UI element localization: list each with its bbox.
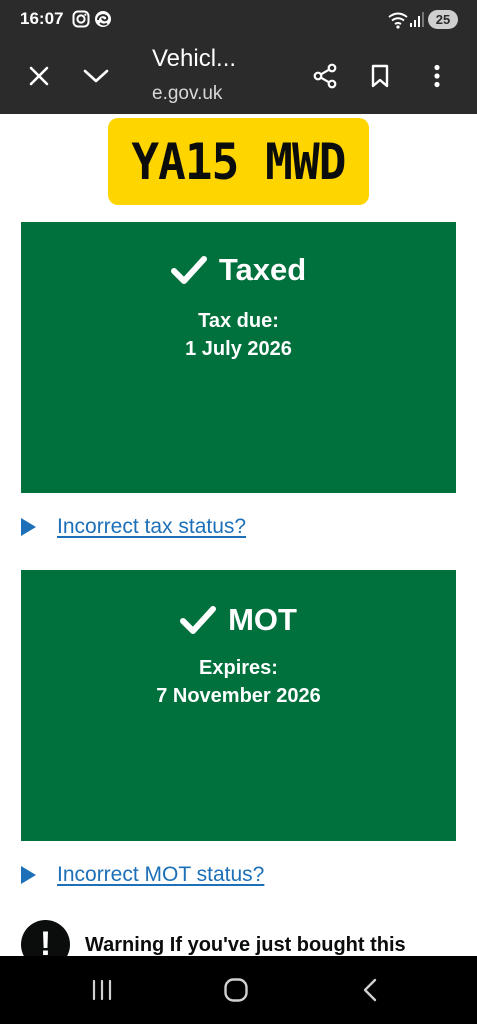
browser-toolbar: Vehicl... e.gov.uk [0, 40, 477, 114]
tick-icon [180, 605, 217, 635]
incorrect-tax-status-summary[interactable]: Incorrect tax status? [57, 515, 246, 539]
tick-icon [170, 255, 207, 285]
tax-due-label: Tax due: [198, 310, 279, 332]
more-vert-icon[interactable] [419, 58, 455, 94]
warning-icon: ! [21, 920, 70, 956]
tax-due-date: 1 July 2026 [185, 338, 292, 360]
signal-icon [410, 11, 424, 33]
mot-status-panel: MOT Expires: 7 November 2026 [21, 570, 456, 841]
disclosure-triangle-icon [21, 866, 36, 884]
recent-apps-icon[interactable] [82, 974, 122, 1006]
incorrect-mot-status-summary[interactable]: Incorrect MOT status? [57, 863, 264, 887]
mot-status-heading: MOT [21, 602, 456, 638]
instagram-icon [72, 10, 90, 33]
page-title: Vehicl... [152, 45, 237, 72]
mot-status-text: MOT [228, 602, 297, 637]
wifi-icon [387, 11, 409, 34]
tax-status-panel: Taxed Tax due: 1 July 2026 [21, 222, 456, 493]
incorrect-mot-status-link[interactable]: Incorrect MOT status? [21, 863, 264, 887]
close-icon[interactable] [21, 58, 57, 94]
page-url: e.gov.uk [152, 83, 223, 104]
tax-status-text: Taxed [218, 252, 307, 287]
status-bar: 16:07 25 [0, 0, 477, 40]
registration-plate: YA15 MWD [108, 118, 369, 205]
mot-expires-label: Expires: [199, 657, 278, 679]
incorrect-tax-status-link[interactable]: Incorrect tax status? [21, 515, 246, 539]
chevron-down-icon[interactable] [78, 58, 114, 94]
home-icon[interactable] [216, 974, 256, 1006]
status-time: 16:07 [20, 9, 64, 28]
mot-expires-date: 7 November 2026 [156, 685, 321, 707]
battery-level-badge: 25 [428, 10, 458, 29]
warning-text: Warning If you've just bought this [85, 934, 406, 956]
bookmark-icon[interactable] [362, 58, 398, 94]
warning-callout: ! Warning If you've just bought this [21, 920, 406, 956]
edge-browser-icon [94, 10, 112, 33]
tax-status-heading: Taxed [21, 252, 456, 288]
navigation-bar [0, 956, 477, 1024]
share-icon[interactable] [307, 58, 343, 94]
registration-number: YA15 MWD [131, 132, 346, 191]
back-icon[interactable] [350, 974, 390, 1006]
web-content[interactable]: YA15 MWD Taxed Tax due: 1 July 2026 Inco… [0, 114, 477, 956]
disclosure-triangle-icon [21, 518, 36, 536]
